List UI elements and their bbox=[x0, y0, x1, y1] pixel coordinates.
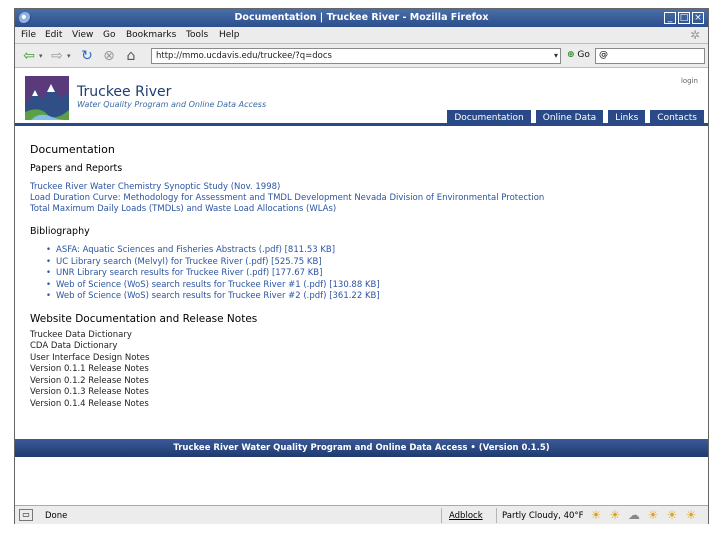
sun-icon[interactable]: ☀ bbox=[684, 508, 698, 522]
menu-go[interactable]: Go bbox=[103, 30, 115, 40]
status-text: Done bbox=[45, 511, 68, 521]
bibliography-link[interactable]: UNR Library search results for Truckee R… bbox=[46, 268, 690, 280]
status-divider bbox=[496, 508, 497, 523]
menu-view[interactable]: View bbox=[72, 30, 93, 40]
menu-edit[interactable]: Edit bbox=[45, 30, 62, 40]
bibliography-link[interactable]: Web of Science (WoS) search results for … bbox=[46, 291, 690, 303]
papers-heading: Papers and Reports bbox=[30, 163, 123, 174]
site-footer: Truckee River Water Quality Program and … bbox=[15, 439, 708, 457]
bibliography-link[interactable]: ASFA: Aquatic Sciences and Fisheries Abs… bbox=[46, 245, 690, 257]
bibliography-list: ASFA: Aquatic Sciences and Fisheries Abs… bbox=[30, 245, 690, 303]
tab-online-data[interactable]: Online Data bbox=[535, 110, 604, 126]
truckee-logo bbox=[25, 76, 69, 120]
url-input[interactable] bbox=[152, 49, 542, 63]
throbber-icon: ✲ bbox=[690, 28, 701, 42]
doc-item[interactable]: Truckee Data Dictionary bbox=[30, 330, 690, 342]
paper-link[interactable]: Total Maximum Daily Loads (TMDLs) and Wa… bbox=[30, 204, 690, 215]
doc-item[interactable]: Version 0.1.3 Release Notes bbox=[30, 387, 690, 399]
url-dropdown-icon[interactable]: ▾ bbox=[554, 51, 558, 60]
back-icon[interactable]: ⇦ bbox=[21, 48, 37, 64]
stop-icon[interactable]: ⊗ bbox=[101, 48, 117, 64]
address-bar[interactable]: ▾ bbox=[151, 48, 561, 64]
status-divider bbox=[441, 508, 442, 523]
adblock-link[interactable]: Adblock bbox=[449, 511, 483, 521]
menu-help[interactable]: Help bbox=[219, 30, 240, 40]
sun-icon[interactable]: ☀ bbox=[608, 508, 622, 522]
go-button[interactable]: ⊕ Go bbox=[567, 50, 590, 60]
tab-links[interactable]: Links bbox=[608, 110, 646, 126]
search-box[interactable]: @ bbox=[595, 48, 705, 64]
menu-bookmarks[interactable]: Bookmarks bbox=[126, 30, 176, 40]
minimize-button[interactable]: _ bbox=[664, 12, 676, 24]
status-icon: ▭ bbox=[19, 509, 33, 521]
site-subtitle: Water Quality Program and Online Data Ac… bbox=[77, 100, 267, 109]
forward-dropdown-icon[interactable]: ▾ bbox=[67, 52, 71, 60]
paper-link[interactable]: Load Duration Curve: Methodology for Ass… bbox=[30, 193, 690, 204]
doc-item[interactable]: Version 0.1.4 Release Notes bbox=[30, 399, 690, 411]
window-title: Documentation | Truckee River - Mozilla … bbox=[234, 12, 489, 23]
bibliography-heading: Bibliography bbox=[30, 226, 90, 237]
bibliography-link[interactable]: UC Library search (Melvyl) for Truckee R… bbox=[46, 257, 690, 269]
navigation-toolbar: ⇦ ▾ ⇨ ▾ ↻ ⊗ ⌂ ▾ ⊕ Go @ bbox=[15, 44, 708, 68]
browser-window: Documentation | Truckee River - Mozilla … bbox=[14, 8, 709, 524]
paper-link[interactable]: Truckee River Water Chemistry Synoptic S… bbox=[30, 182, 690, 193]
menu-tools[interactable]: Tools bbox=[186, 30, 208, 40]
forward-icon[interactable]: ⇨ bbox=[49, 48, 65, 64]
doc-item[interactable]: CDA Data Dictionary bbox=[30, 341, 690, 353]
website-docs-heading: Website Documentation and Release Notes bbox=[30, 312, 258, 325]
doc-item[interactable]: User Interface Design Notes bbox=[30, 353, 690, 365]
reload-icon[interactable]: ↻ bbox=[79, 48, 95, 64]
weather-icons: ☀ ☀ ☁ ☀ ☀ ☀ bbox=[589, 508, 698, 522]
page-content: Truckee River Water Quality Program and … bbox=[15, 68, 708, 505]
sun-icon[interactable]: ☀ bbox=[646, 508, 660, 522]
weather-text[interactable]: Partly Cloudy, 40°F bbox=[502, 511, 584, 521]
bibliography-link[interactable]: Web of Science (WoS) search results for … bbox=[46, 280, 690, 292]
site-header: Truckee River Water Quality Program and … bbox=[15, 68, 708, 126]
close-button[interactable]: × bbox=[692, 12, 704, 24]
main-content: Documentation Papers and Reports Truckee… bbox=[30, 143, 690, 410]
site-title: Truckee River bbox=[77, 84, 172, 100]
go-icon: ⊕ bbox=[567, 50, 575, 60]
sun-icon[interactable]: ☀ bbox=[589, 508, 603, 522]
search-engine-icon[interactable]: @ bbox=[599, 50, 608, 60]
maximize-button[interactable]: □ bbox=[678, 12, 690, 24]
go-label: Go bbox=[577, 50, 590, 60]
status-bar: ▭ Done Adblock Partly Cloudy, 40°F ☀ ☀ ☁… bbox=[15, 505, 708, 524]
tab-contacts[interactable]: Contacts bbox=[650, 110, 704, 126]
page-title: Documentation bbox=[30, 143, 115, 156]
cloud-icon[interactable]: ☁ bbox=[627, 508, 641, 522]
menu-bar: File Edit View Go Bookmarks Tools Help ✲ bbox=[15, 27, 708, 44]
sun-icon[interactable]: ☀ bbox=[665, 508, 679, 522]
home-icon[interactable]: ⌂ bbox=[123, 48, 139, 64]
title-bar: Documentation | Truckee River - Mozilla … bbox=[15, 9, 708, 27]
site-nav-tabs: Documentation Online Data Links Contacts bbox=[447, 110, 704, 126]
tab-documentation[interactable]: Documentation bbox=[447, 110, 531, 126]
doc-item[interactable]: Version 0.1.1 Release Notes bbox=[30, 364, 690, 376]
doc-item[interactable]: Version 0.1.2 Release Notes bbox=[30, 376, 690, 388]
back-dropdown-icon[interactable]: ▾ bbox=[39, 52, 43, 60]
menu-file[interactable]: File bbox=[21, 30, 36, 40]
login-link[interactable]: login bbox=[681, 77, 698, 85]
